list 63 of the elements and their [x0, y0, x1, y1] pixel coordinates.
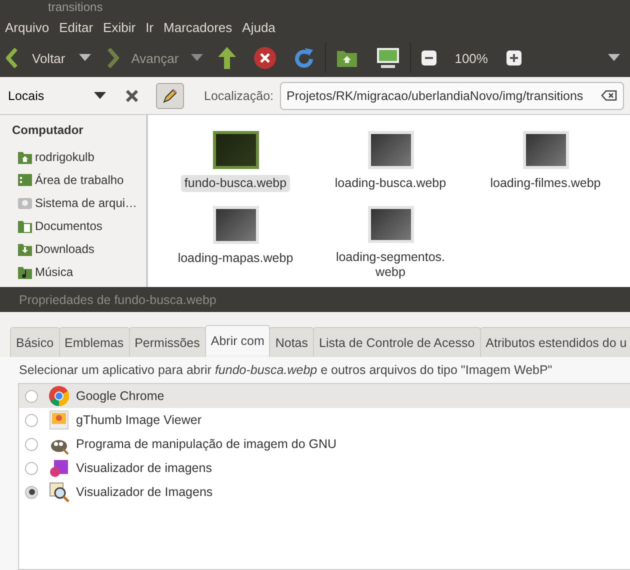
tab[interactable]: Emblemas	[58, 327, 130, 357]
radio-button[interactable]	[25, 414, 38, 426]
location-field[interactable]: Projetos/RK/migracao/uberlandiaNovo/img/transitions	[280, 82, 624, 110]
tab[interactable]: Básico	[10, 327, 60, 357]
tab[interactable]: Atributos estendidos do u	[480, 327, 630, 357]
caret-icon[interactable]	[79, 54, 92, 62]
sidebar-item[interactable]: rodrigokulb	[35, 150, 94, 164]
file-name[interactable]: fundo-busca.webp	[181, 175, 290, 192]
application-row[interactable]: Visualizador de Imagens	[19, 480, 630, 504]
sidebar-heading: Computador	[12, 123, 84, 137]
menu-item[interactable]: Ajuda	[237, 20, 280, 34]
file-name[interactable]: loading-filmes.webp	[487, 175, 604, 192]
tab[interactable]: Lista de Controle de Acesso	[313, 327, 481, 357]
window-title: transitions	[48, 0, 103, 14]
places-dropdown[interactable]: Locais	[8, 88, 44, 102]
reload-icon[interactable]	[292, 46, 315, 70]
clear-icon[interactable]	[601, 90, 617, 101]
radio-button[interactable]	[25, 438, 38, 450]
sidebar-item[interactable]: Área de trabalho	[35, 172, 124, 186]
desktop-icon	[17, 172, 33, 188]
application-row[interactable]: Programa de manipulação de imagem do GNU	[19, 432, 630, 456]
sidebar-item[interactable]: Música	[35, 264, 74, 278]
zoom-level: 100%	[454, 50, 488, 66]
radio-button[interactable]	[25, 462, 38, 474]
zoom-in-icon[interactable]	[506, 50, 522, 66]
close-icon[interactable]	[126, 90, 138, 102]
image-thumbnail[interactable]	[212, 131, 258, 169]
menu-item[interactable]: Editar	[54, 20, 98, 34]
menu-item[interactable]: Marcadores	[158, 20, 238, 34]
back-button[interactable]: Voltar	[32, 50, 66, 66]
computer-icon[interactable]	[376, 47, 400, 69]
caret-icon[interactable]	[608, 54, 620, 62]
dialog-title: Propriedades de fundo-busca.webp	[19, 292, 216, 306]
menu-item[interactable]: Arquivo	[0, 20, 54, 34]
zoom-out-icon[interactable]	[420, 50, 437, 66]
file-name[interactable]: loading-mapas.webp	[174, 250, 296, 267]
up-arrow-icon[interactable]	[216, 46, 237, 70]
edit-location-button[interactable]	[156, 82, 184, 108]
magnifier-icon	[48, 481, 70, 503]
tab[interactable]: Permissões	[128, 327, 206, 357]
instruction-text: Selecionar um aplicativo para abrir fundo-busca.webp e outros arquivos do tipo "Imagem WebP"	[0, 357, 630, 383]
pencil-icon	[162, 88, 178, 104]
file-name[interactable]: loading-busca.webp	[332, 175, 450, 192]
tab[interactable]: Abrir com	[204, 325, 270, 355]
application-row[interactable]: Google Chrome	[19, 384, 630, 408]
application-row[interactable]: gThumb Image Viewer	[19, 408, 630, 432]
radio-button[interactable]	[25, 390, 38, 402]
location-label: Localização:	[204, 88, 274, 102]
sidebar-item[interactable]: Downloads	[35, 242, 94, 256]
sidebar-item[interactable]: Documentos	[35, 218, 102, 232]
menu-item[interactable]: Exibir	[98, 20, 141, 34]
menu-item[interactable]: Ir	[140, 20, 159, 34]
tab[interactable]: Notas	[269, 327, 314, 357]
stop-icon[interactable]	[252, 46, 277, 70]
radio-button[interactable]	[25, 486, 38, 498]
image-viewer-icon	[48, 409, 70, 431]
caret-icon[interactable]	[94, 92, 106, 100]
file-name[interactable]: loading-segmentos. webp	[332, 249, 448, 281]
forward-button[interactable]: Avançar	[131, 50, 179, 66]
home-folder-icon[interactable]	[336, 48, 358, 68]
image-viewer-icon	[48, 457, 70, 479]
application-row[interactable]: Visualizador de imagens	[19, 456, 630, 480]
sidebar-item[interactable]: Sistema de arqui…	[35, 196, 138, 210]
